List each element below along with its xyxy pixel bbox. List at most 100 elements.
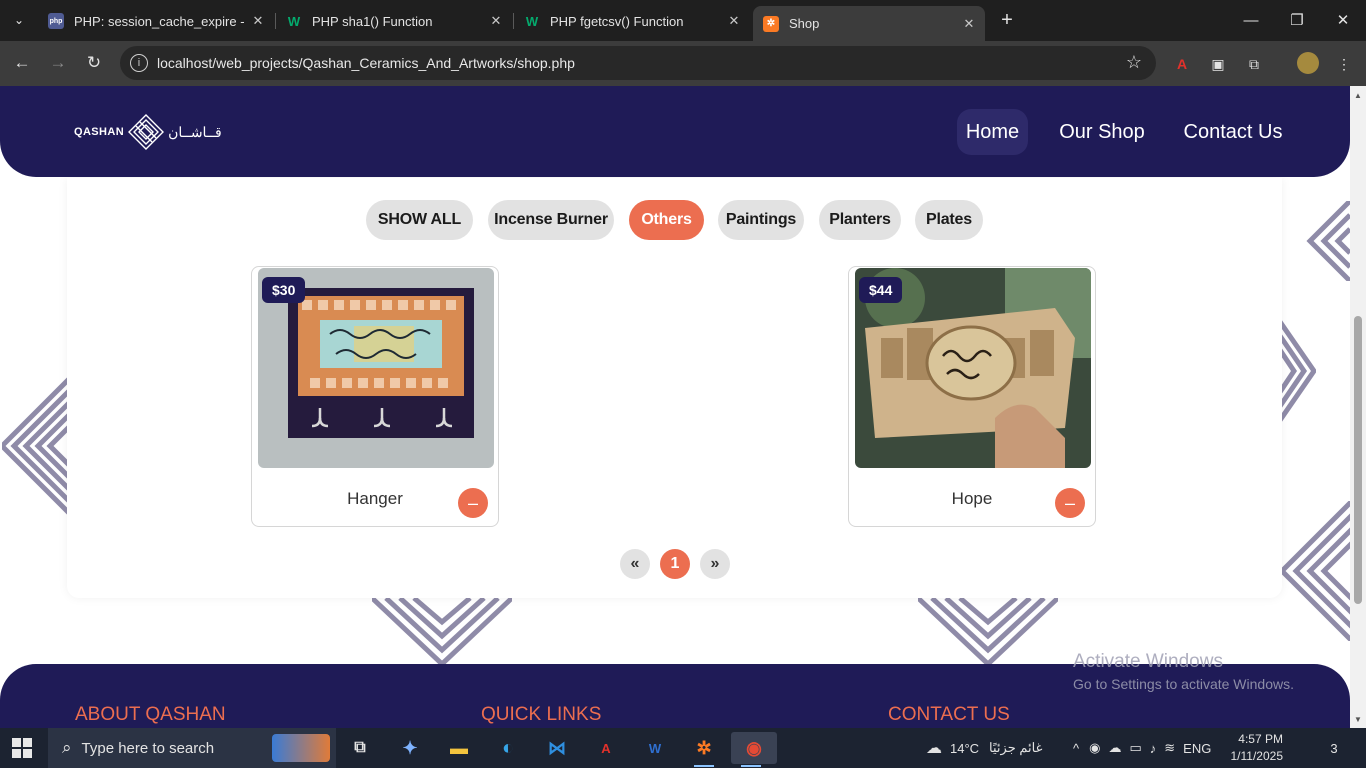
forward-icon[interactable]: → — [46, 51, 70, 75]
back-icon[interactable]: ← — [10, 51, 34, 75]
minimize-icon[interactable]: — — [1236, 8, 1266, 32]
tray-chevron-icon[interactable]: ^ — [1073, 741, 1079, 756]
acrobat-extension-icon[interactable]: A — [1171, 53, 1193, 75]
filter-planters[interactable]: Planters — [819, 200, 901, 240]
php-icon: php — [48, 13, 64, 29]
tab-title: PHP: session_cache_expire - Ma — [74, 13, 248, 29]
watermark-line-1: Activate Windows — [1073, 651, 1223, 672]
clock-date: 1/11/2025 — [1230, 749, 1284, 763]
background-pattern-right — [1276, 316, 1316, 426]
page-scrollbar[interactable]: ▲ ▼ — [1350, 86, 1366, 728]
xampp-icon: ✲ — [763, 15, 779, 32]
bookmark-star-icon[interactable]: ☆ — [1126, 52, 1142, 73]
background-pattern-right-top — [1306, 201, 1350, 281]
wifi-icon[interactable]: ≋ — [1164, 740, 1175, 756]
filter-show-all[interactable]: SHOW ALL — [366, 200, 473, 240]
media-extension-icon[interactable]: ▣ — [1207, 53, 1229, 75]
weather-description: غائم جزئيًا — [989, 740, 1043, 755]
footer-heading-quick-links: QUICK LINKS — [481, 704, 602, 725]
weather-temperature: 14°C — [950, 740, 980, 756]
footer-heading-contact: CONTACT US — [888, 704, 1010, 725]
menu-kebab-icon[interactable]: ⋮ — [1333, 53, 1355, 75]
pagination-prev[interactable]: « — [620, 549, 650, 579]
weather-widget[interactable]: ☁ 14°C غائم جزئيًا — [926, 728, 1042, 768]
browser-toolbar: ← → ↻ i localhost/web_projects/Qashan_Ce… — [0, 41, 1366, 86]
xampp-taskbar-icon[interactable]: ✲ — [684, 732, 724, 767]
search-placeholder: Type here to search — [81, 739, 215, 757]
system-tray: ^ ◉ ☁ ▭ ♪ ≋ ENG — [1073, 728, 1211, 768]
filter-plates[interactable]: Plates — [915, 200, 983, 240]
close-icon[interactable]: ✕ — [724, 13, 744, 29]
nav-contact-us[interactable]: Contact Us — [1176, 109, 1290, 155]
url-text[interactable]: localhost/web_projects/Qashan_Ceramics_A… — [157, 55, 575, 71]
shop-panel: SHOW ALL Incense Burner Others Paintings… — [67, 178, 1282, 598]
search-icon: ⌕ — [62, 738, 72, 757]
edge-icon[interactable]: ◐ — [488, 732, 528, 764]
remove-from-cart-button[interactable]: – — [458, 488, 488, 518]
battery-icon[interactable]: ▭ — [1129, 740, 1141, 756]
watermark-line-2: Go to Settings to activate Windows. — [1073, 676, 1294, 692]
tray-record-icon[interactable]: ◉ — [1089, 740, 1100, 756]
notification-count: 3 — [1330, 740, 1338, 756]
close-icon[interactable]: ✕ — [959, 16, 979, 32]
page-viewport: QASHAN قــاشــان Home Our Shop Contact U… — [0, 86, 1350, 728]
copilot-icon[interactable]: ✦ — [390, 732, 430, 764]
close-icon[interactable]: ✕ — [248, 13, 268, 29]
logo-text: QASHAN — [74, 126, 125, 138]
background-pattern-left — [2, 376, 72, 516]
tab-search-button[interactable]: ⌄ — [6, 8, 32, 32]
language-indicator[interactable]: ENG — [1183, 741, 1211, 756]
nav-home[interactable]: Home — [957, 109, 1028, 155]
tab-title: PHP sha1() Function — [312, 13, 433, 29]
tab-shop[interactable]: ✲ Shop ✕ — [753, 6, 985, 41]
new-tab-button[interactable]: + — [996, 9, 1018, 31]
taskbar-clock[interactable]: 4:57 PM 1/11/2025 — [1213, 731, 1284, 765]
product-card-hope[interactable]: $44 Hope – — [848, 266, 1096, 527]
close-window-icon[interactable]: ✕ — [1328, 8, 1358, 32]
tab-sha1[interactable]: W PHP sha1() Function ✕ — [276, 6, 512, 36]
task-view-icon[interactable]: ⧉ — [340, 732, 380, 764]
scrollbar-thumb[interactable] — [1354, 316, 1362, 604]
scroll-down-icon[interactable]: ▼ — [1350, 712, 1366, 726]
close-icon[interactable]: ✕ — [486, 13, 506, 29]
price-badge: $30 — [262, 277, 306, 303]
price-badge: $44 — [859, 277, 903, 303]
nav-our-shop[interactable]: Our Shop — [1052, 109, 1152, 155]
remove-from-cart-button[interactable]: – — [1055, 488, 1085, 518]
profile-avatar[interactable] — [1297, 52, 1319, 74]
extensions-puzzle-icon[interactable]: ⧉ — [1243, 53, 1265, 75]
acrobat-icon[interactable]: A — [586, 732, 626, 764]
site-header: QASHAN قــاشــان Home Our Shop Contact U… — [0, 86, 1350, 177]
pagination-page[interactable]: 1 — [660, 549, 690, 579]
product-card-hanger[interactable]: $30 Hanger – — [251, 266, 499, 527]
tab-title: PHP fgetcsv() Function — [550, 13, 684, 29]
search-highlight-image — [272, 734, 330, 762]
clock-time: 4:57 PM — [1238, 732, 1283, 746]
word-icon[interactable]: W — [635, 732, 675, 764]
browser-tab-bar: ⌄ php PHP: session_cache_expire - Ma ✕ W… — [0, 0, 1366, 41]
filter-incense-burner[interactable]: Incense Burner — [488, 200, 614, 240]
volume-icon[interactable]: ♪ — [1150, 741, 1157, 756]
site-logo[interactable]: QASHAN قــاشــان — [74, 114, 222, 150]
onedrive-icon[interactable]: ☁ — [1108, 740, 1121, 756]
address-bar[interactable]: i localhost/web_projects/Qashan_Ceramics… — [120, 46, 1156, 80]
restore-icon[interactable]: ❐ — [1282, 8, 1312, 32]
file-explorer-icon[interactable]: ▬ — [439, 732, 479, 764]
windows-start-icon[interactable] — [12, 738, 32, 758]
w3schools-icon: W — [287, 13, 301, 29]
filter-others[interactable]: Others — [629, 200, 704, 240]
background-pattern-bottom-2 — [918, 598, 1058, 664]
site-info-icon[interactable]: i — [130, 54, 148, 72]
filter-paintings[interactable]: Paintings — [718, 200, 804, 240]
tab-php-session[interactable]: php PHP: session_cache_expire - Ma ✕ — [38, 6, 274, 36]
taskbar-search-box[interactable]: ⌕ Type here to search — [48, 728, 336, 768]
scroll-up-icon[interactable]: ▲ — [1350, 88, 1366, 102]
pagination-next[interactable]: » — [700, 549, 730, 579]
footer-heading-about: ABOUT QASHAN — [75, 704, 226, 725]
reload-icon[interactable]: ↻ — [82, 51, 106, 75]
notification-center-icon[interactable]: 3 — [1323, 737, 1345, 759]
chrome-icon[interactable]: ◉ — [731, 732, 777, 767]
vscode-icon[interactable]: ⋈ — [537, 732, 577, 764]
tab-fgetcsv[interactable]: W PHP fgetcsv() Function ✕ — [514, 6, 750, 36]
background-pattern-bottom-1 — [372, 598, 512, 664]
